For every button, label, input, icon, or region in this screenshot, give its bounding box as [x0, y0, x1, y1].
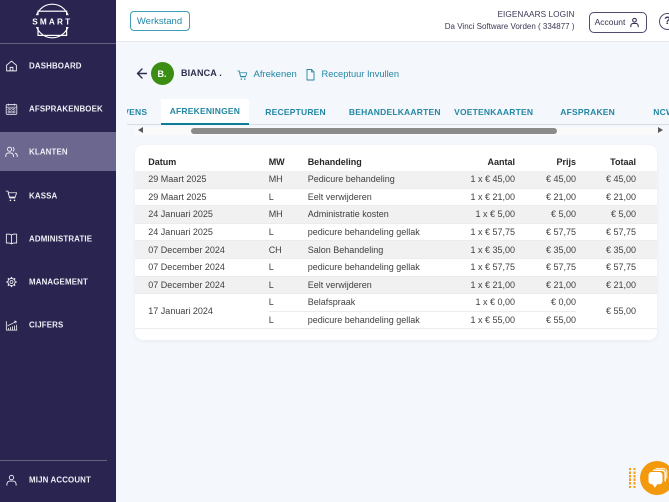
svg-text:SMART: SMART: [32, 18, 72, 27]
